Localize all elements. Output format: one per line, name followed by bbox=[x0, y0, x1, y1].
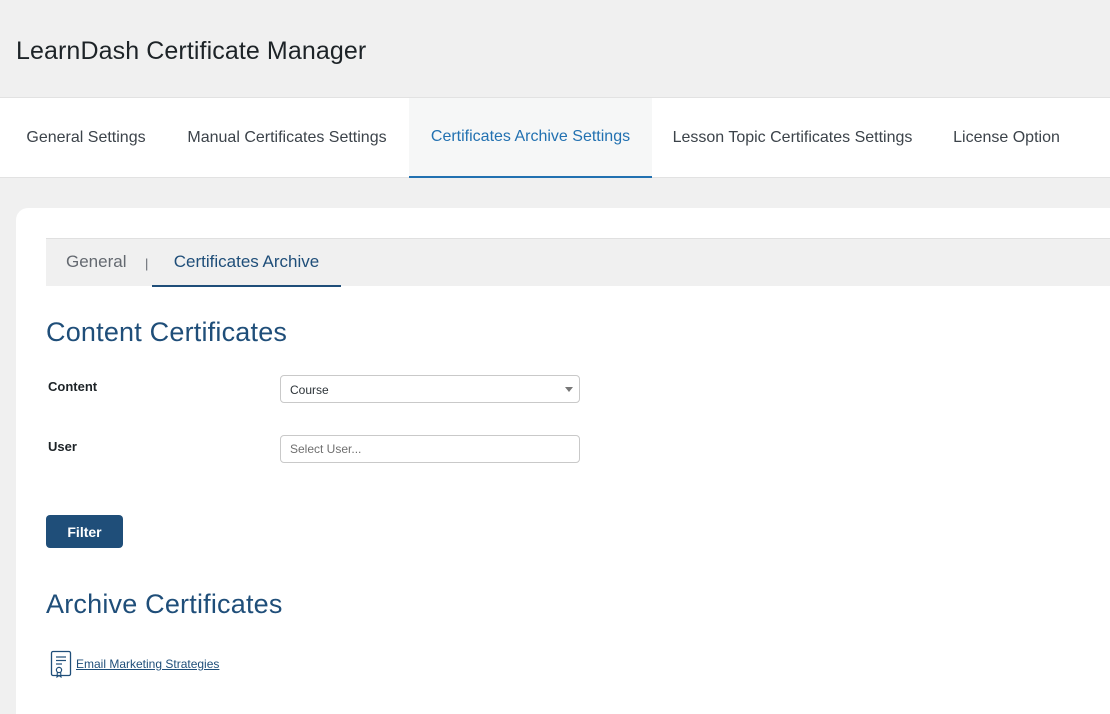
sub-tab-separator: | bbox=[145, 256, 149, 271]
content-certificates-heading: Content Certificates bbox=[46, 317, 288, 347]
certificate-icon bbox=[50, 650, 72, 678]
sub-tab-general[interactable]: General bbox=[66, 239, 126, 285]
content-label: Content bbox=[48, 379, 98, 394]
tab-certificates-archive-settings[interactable]: Certificates Archive Settings bbox=[409, 98, 652, 178]
filter-button[interactable]: Filter bbox=[46, 515, 123, 548]
sub-tab-certificates-archive[interactable]: Certificates Archive bbox=[152, 239, 341, 287]
app-header: LearnDash Certificate Manager bbox=[0, 0, 1110, 97]
tab-lesson-topic-certificates-settings[interactable]: Lesson Topic Certificates Settings bbox=[672, 98, 913, 177]
user-select-input[interactable] bbox=[280, 435, 580, 463]
archive-certificate-link[interactable]: Email Marketing Strategies bbox=[76, 657, 219, 671]
tab-license-option[interactable]: License Option bbox=[952, 98, 1061, 177]
content-card: General | Certificates Archive Content C… bbox=[16, 208, 1110, 714]
tab-general-settings[interactable]: General Settings bbox=[26, 98, 146, 177]
content-select[interactable]: Course bbox=[280, 375, 580, 403]
content-select-value: Course bbox=[290, 383, 329, 397]
tab-manual-certificates-settings[interactable]: Manual Certificates Settings bbox=[185, 98, 389, 177]
sub-tab-bar: General | Certificates Archive bbox=[46, 238, 1110, 287]
page-title: LearnDash Certificate Manager bbox=[16, 37, 367, 65]
user-label: User bbox=[48, 439, 77, 454]
chevron-down-icon bbox=[565, 387, 573, 392]
main-tab-bar: General Settings Manual Certificates Set… bbox=[0, 97, 1110, 178]
page: LearnDash Certificate Manager General Se… bbox=[0, 0, 1110, 714]
archive-certificates-heading: Archive Certificates bbox=[46, 589, 283, 619]
